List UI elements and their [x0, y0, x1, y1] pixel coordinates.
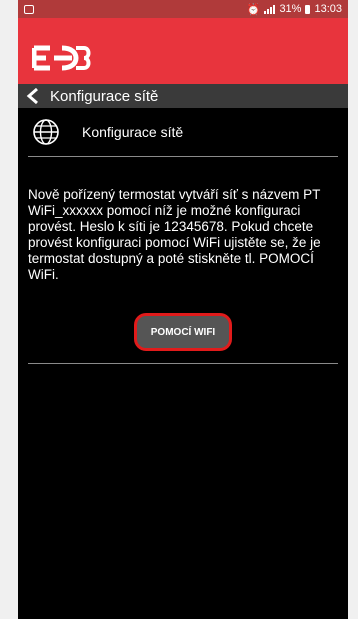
EOB-logo: [32, 45, 91, 71]
description-text: Nově pořízený termostat vytváří síť s ná…: [28, 187, 321, 282]
globe-icon: [33, 119, 59, 145]
battery-percent: 31%: [279, 3, 302, 15]
section-title: Konfigurace sítě: [82, 124, 184, 140]
clock: 13:03: [314, 3, 342, 15]
alarm-icon: ⏰: [246, 3, 261, 16]
status-right: ⏰ 31% 13:03: [247, 3, 342, 16]
title-bar: Konfigurace sítě: [18, 84, 348, 108]
page-title: Konfigurace sítě: [50, 87, 159, 105]
phone-screen: ⏰ 31% 13:03 Konfigurace sítě Konfigurace…: [18, 0, 348, 619]
button-container: POMOCÍ WIFI: [28, 313, 338, 351]
bottom-divider: [28, 363, 338, 364]
signal-icon: [264, 4, 276, 14]
app-icon: [24, 4, 34, 14]
brand-bar: [18, 18, 348, 84]
status-bar: ⏰ 31% 13:03: [18, 0, 348, 18]
wifi-config-button[interactable]: POMOCÍ WIFI: [134, 313, 232, 351]
battery-icon: [305, 4, 311, 14]
back-arrow-icon[interactable]: [26, 88, 40, 104]
section-header: Konfigurace sítě: [28, 108, 338, 157]
content-area: Konfigurace sítě Nově pořízený termostat…: [18, 108, 348, 364]
